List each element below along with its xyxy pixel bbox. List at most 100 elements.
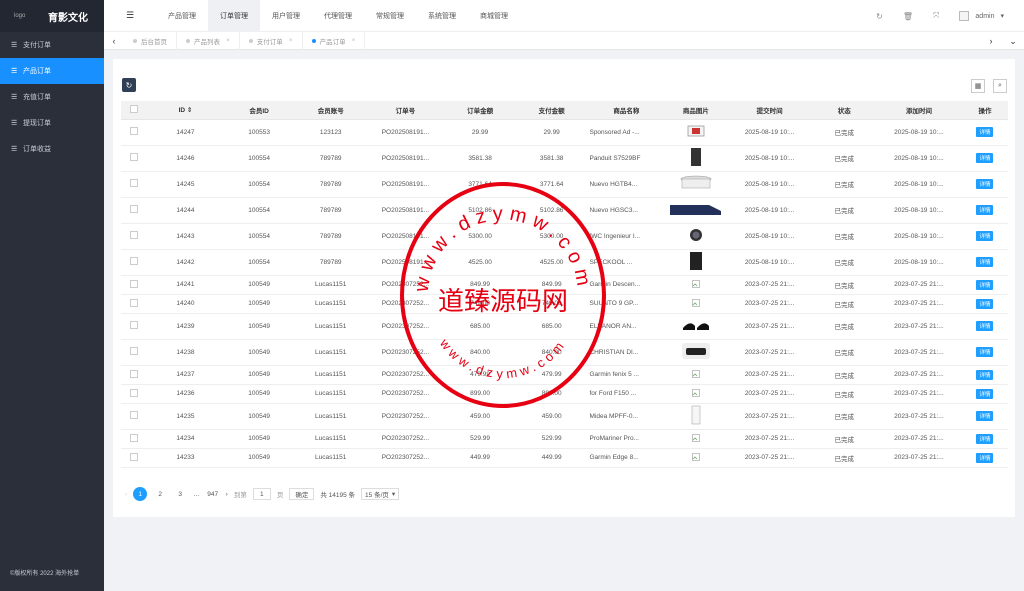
cell-added-time: 2023-07-25 21:...	[875, 275, 962, 295]
sidebar-item-recharge-orders[interactable]: ☰ 充值订单	[0, 84, 104, 110]
checkbox-cell[interactable]	[121, 339, 148, 366]
checkbox-cell[interactable]	[121, 275, 148, 295]
nav-system-management[interactable]: 系统管理	[416, 0, 468, 32]
logo[interactable]: logo 育影文化	[0, 0, 104, 32]
row-checkbox[interactable]	[130, 411, 139, 419]
checkbox-cell[interactable]	[121, 313, 148, 340]
nav-agent-management[interactable]: 代理管理	[312, 0, 364, 32]
row-checkbox[interactable]	[130, 298, 139, 307]
sidebar-item-payment-orders[interactable]: ☰ 支付订单	[0, 32, 104, 58]
fullscreen-icon[interactable]: ⤧	[933, 11, 939, 21]
page-1[interactable]: 1	[133, 487, 148, 501]
cell-submit-time: 2023-07-25 21:...	[726, 339, 813, 366]
row-checkbox[interactable]	[130, 321, 139, 329]
tab-scroll-right-icon[interactable]: ›	[980, 36, 1002, 46]
refresh-table-button[interactable]: ↻	[122, 78, 136, 92]
sidebar-item-withdraw-orders[interactable]: ☰ 提现订单	[0, 110, 104, 136]
prev-page-icon[interactable]: ‹	[125, 491, 127, 498]
detail-button[interactable]: 详情	[976, 433, 994, 444]
sort-icon[interactable]: ⇕	[187, 107, 192, 114]
detail-button[interactable]: 详情	[976, 153, 994, 163]
cell-paid: 849.99	[515, 275, 588, 295]
checkbox-cell[interactable]	[121, 223, 148, 250]
tab-options-icon[interactable]: ⌄	[1002, 36, 1024, 47]
checkbox-cell[interactable]	[121, 197, 148, 224]
tab-product-list[interactable]: 产品列表 ×	[177, 31, 240, 50]
menu-toggle-icon[interactable]: ☰	[104, 10, 156, 21]
row-checkbox[interactable]	[130, 257, 139, 265]
tab-scroll-left-icon[interactable]: ‹	[104, 36, 124, 46]
checkbox-cell[interactable]	[121, 448, 148, 468]
sidebar-item-order-earnings[interactable]: ☰ 订单收益	[0, 136, 104, 162]
row-checkbox[interactable]	[130, 452, 139, 461]
checkbox-cell[interactable]	[121, 384, 148, 404]
checkbox-cell[interactable]	[121, 119, 148, 146]
detail-button[interactable]: 详情	[976, 388, 994, 399]
header-member-id: 会员ID	[223, 101, 295, 120]
trash-icon[interactable]: 🗑	[903, 12, 913, 21]
copyright: ©版权所有 2022 海外抢单	[10, 571, 80, 577]
cell-added-time: 2023-07-25 21:...	[875, 339, 962, 366]
detail-button[interactable]: 详情	[976, 321, 994, 331]
nav-user-management[interactable]: 用户管理	[260, 0, 312, 32]
goto-page-input[interactable]: 1	[252, 488, 271, 500]
detail-button[interactable]: 详情	[976, 257, 994, 267]
search-button[interactable]: ⌕	[993, 79, 1007, 93]
header-checkbox-cell[interactable]	[121, 101, 148, 120]
page-3[interactable]: 3	[173, 487, 187, 501]
row-checkbox[interactable]	[130, 231, 139, 239]
confirm-button[interactable]: 确定	[289, 488, 315, 500]
checkbox-cell[interactable]	[121, 249, 148, 276]
next-page-icon[interactable]: ›	[226, 491, 228, 498]
cell-account: 123123	[294, 119, 367, 146]
page-size-select[interactable]: 15 条/页 ▾	[361, 488, 400, 500]
row-checkbox[interactable]	[130, 127, 139, 135]
row-checkbox[interactable]	[130, 205, 139, 213]
row-checkbox[interactable]	[130, 153, 139, 161]
close-icon[interactable]: ×	[226, 37, 230, 44]
column-filter-button[interactable]: ▦	[971, 79, 985, 93]
row-checkbox[interactable]	[130, 279, 139, 288]
sidebar-item-product-orders[interactable]: ☰ 产品订单	[0, 58, 104, 84]
close-icon[interactable]: ×	[352, 37, 356, 44]
detail-button[interactable]: 详情	[976, 347, 994, 357]
tab-product-orders[interactable]: 产品订单 ×	[303, 31, 366, 50]
tab-dashboard[interactable]: 后台首页	[124, 31, 177, 50]
row-checkbox[interactable]	[130, 369, 139, 378]
checkbox-cell[interactable]	[121, 429, 148, 449]
page-ellipsis: …	[193, 490, 200, 498]
cell-action: 详情	[961, 171, 1008, 198]
checkbox-cell[interactable]	[121, 403, 148, 430]
detail-button[interactable]: 详情	[976, 411, 994, 421]
page-last[interactable]: 947	[206, 487, 220, 501]
row-checkbox[interactable]	[130, 347, 139, 355]
select-all-checkbox[interactable]	[130, 104, 139, 113]
detail-button[interactable]: 详情	[976, 205, 994, 215]
nav-order-management[interactable]: 订单管理	[208, 0, 260, 32]
row-checkbox[interactable]	[130, 433, 139, 442]
checkbox-cell[interactable]	[121, 171, 148, 198]
checkbox-cell[interactable]	[121, 365, 148, 385]
page-2[interactable]: 2	[153, 487, 167, 501]
nav-mall-management[interactable]: 商城管理	[468, 0, 520, 32]
detail-button[interactable]: 详情	[976, 452, 994, 463]
checkbox-cell[interactable]	[121, 294, 148, 314]
nav-general-management[interactable]: 常规管理	[364, 0, 416, 32]
row-checkbox[interactable]	[130, 179, 139, 187]
header-id[interactable]: ID ⇕	[147, 101, 224, 120]
row-checkbox[interactable]	[130, 388, 139, 397]
tab-payment-orders[interactable]: 支付订单 ×	[240, 31, 303, 50]
user-menu[interactable]: admin ▾	[959, 11, 1004, 21]
refresh-icon[interactable]: ↻	[876, 12, 883, 21]
close-icon[interactable]: ×	[289, 37, 293, 44]
detail-button[interactable]: 详情	[976, 369, 994, 380]
checkbox-cell[interactable]	[121, 145, 148, 172]
detail-button[interactable]: 详情	[976, 298, 994, 309]
nav-product-management[interactable]: 产品管理	[156, 0, 208, 32]
detail-button[interactable]: 详情	[976, 127, 994, 137]
cell-action: 详情	[961, 448, 1008, 468]
cell-status: 已完成	[812, 197, 876, 224]
detail-button[interactable]: 详情	[976, 231, 994, 241]
detail-button[interactable]: 详情	[976, 279, 994, 290]
detail-button[interactable]: 详情	[976, 179, 994, 189]
